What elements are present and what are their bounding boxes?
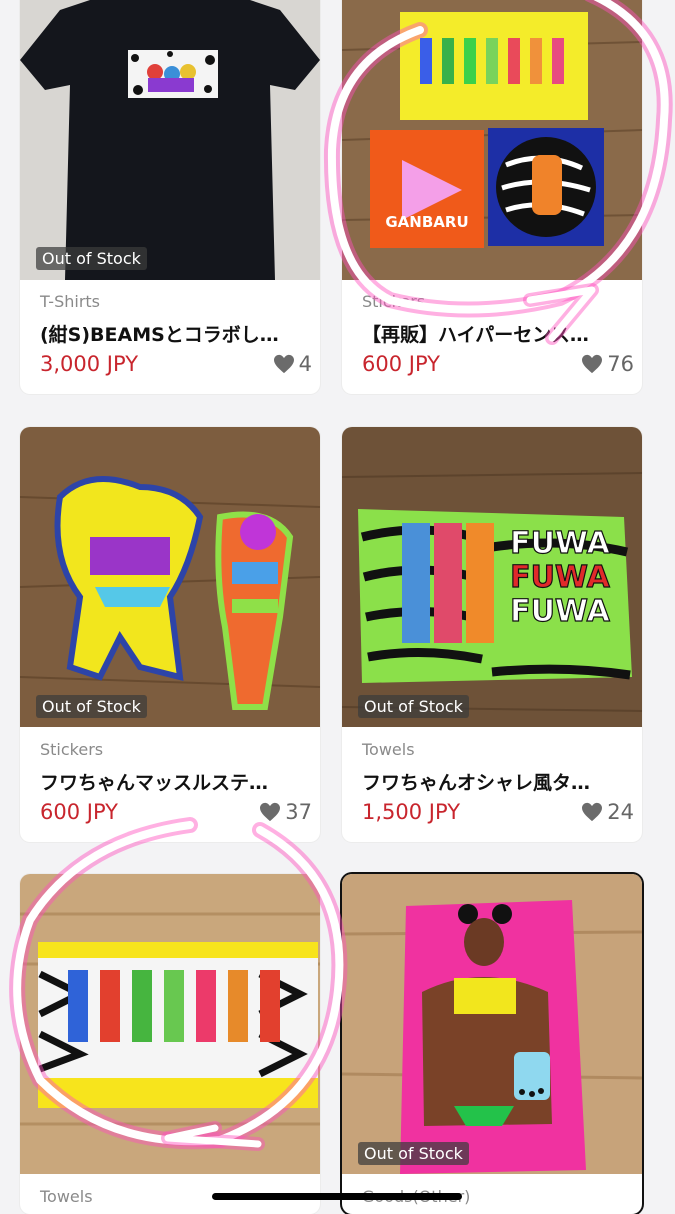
product-card[interactable]: FUWA FUWA FUWA Out of Stock Towels フワちゃん…	[342, 427, 642, 842]
heart-icon	[273, 354, 294, 374]
product-card[interactable]: Out of Stock Goods(Other)	[342, 874, 642, 1214]
fuwa-text: FUWA	[510, 560, 611, 595]
status-badge: Out of Stock	[358, 695, 469, 718]
product-category: Stickers	[362, 292, 426, 311]
fuwa-text: FUWA	[510, 526, 611, 561]
like-button[interactable]: 24	[581, 800, 634, 824]
like-count: 24	[607, 800, 634, 824]
status-badge: Out of Stock	[36, 247, 147, 270]
product-image[interactable]: GANBARU	[342, 0, 642, 280]
like-count: 76	[607, 352, 634, 376]
fuwa-text: FUWA	[510, 594, 611, 629]
product-category: Stickers	[40, 740, 104, 759]
product-title[interactable]: フワちゃんオシャレ風タ…	[362, 768, 628, 795]
product-title[interactable]: フワちゃんマッスルステ…	[40, 768, 306, 795]
product-image[interactable]: Out of Stock	[342, 874, 642, 1174]
ganbaru-text: GANBARU	[385, 213, 468, 231]
like-button[interactable]: 76	[581, 352, 634, 376]
product-category: Towels	[362, 740, 415, 759]
product-title[interactable]: 【再販】ハイパーセンス…	[362, 320, 628, 347]
product-card[interactable]: Towels	[20, 874, 320, 1214]
product-image[interactable]: FUWA FUWA FUWA Out of Stock	[342, 427, 642, 727]
like-button[interactable]: 37	[259, 800, 312, 824]
product-price: 3,000 JPY	[40, 352, 139, 376]
product-category: Towels	[40, 1187, 93, 1206]
product-image[interactable]: Out of Stock	[20, 0, 320, 280]
like-count: 4	[298, 352, 312, 376]
product-image[interactable]	[20, 874, 320, 1174]
like-count: 37	[285, 800, 312, 824]
product-price: 600 JPY	[362, 352, 440, 376]
product-card[interactable]: Out of Stock T-Shirts (紺S)BEAMSとコラボし… 3,…	[20, 0, 320, 394]
product-card[interactable]: GANBARU Stickers 【再販】ハイパーセンス… 600 JPY 76	[342, 0, 642, 394]
product-price: 600 JPY	[40, 800, 118, 824]
product-card[interactable]: Out of Stock Stickers フワちゃんマッスルステ… 600 J…	[20, 427, 320, 842]
heart-icon	[260, 802, 281, 822]
heart-icon	[582, 802, 603, 822]
heart-icon	[582, 354, 603, 374]
product-price: 1,500 JPY	[362, 800, 461, 824]
like-button[interactable]: 4	[273, 352, 312, 376]
product-image[interactable]: Out of Stock	[20, 427, 320, 727]
status-badge: Out of Stock	[358, 1142, 469, 1165]
status-badge: Out of Stock	[36, 695, 147, 718]
product-category: T-Shirts	[40, 292, 101, 311]
home-indicator[interactable]	[212, 1193, 462, 1200]
product-title[interactable]: (紺S)BEAMSとコラボし…	[40, 320, 306, 347]
